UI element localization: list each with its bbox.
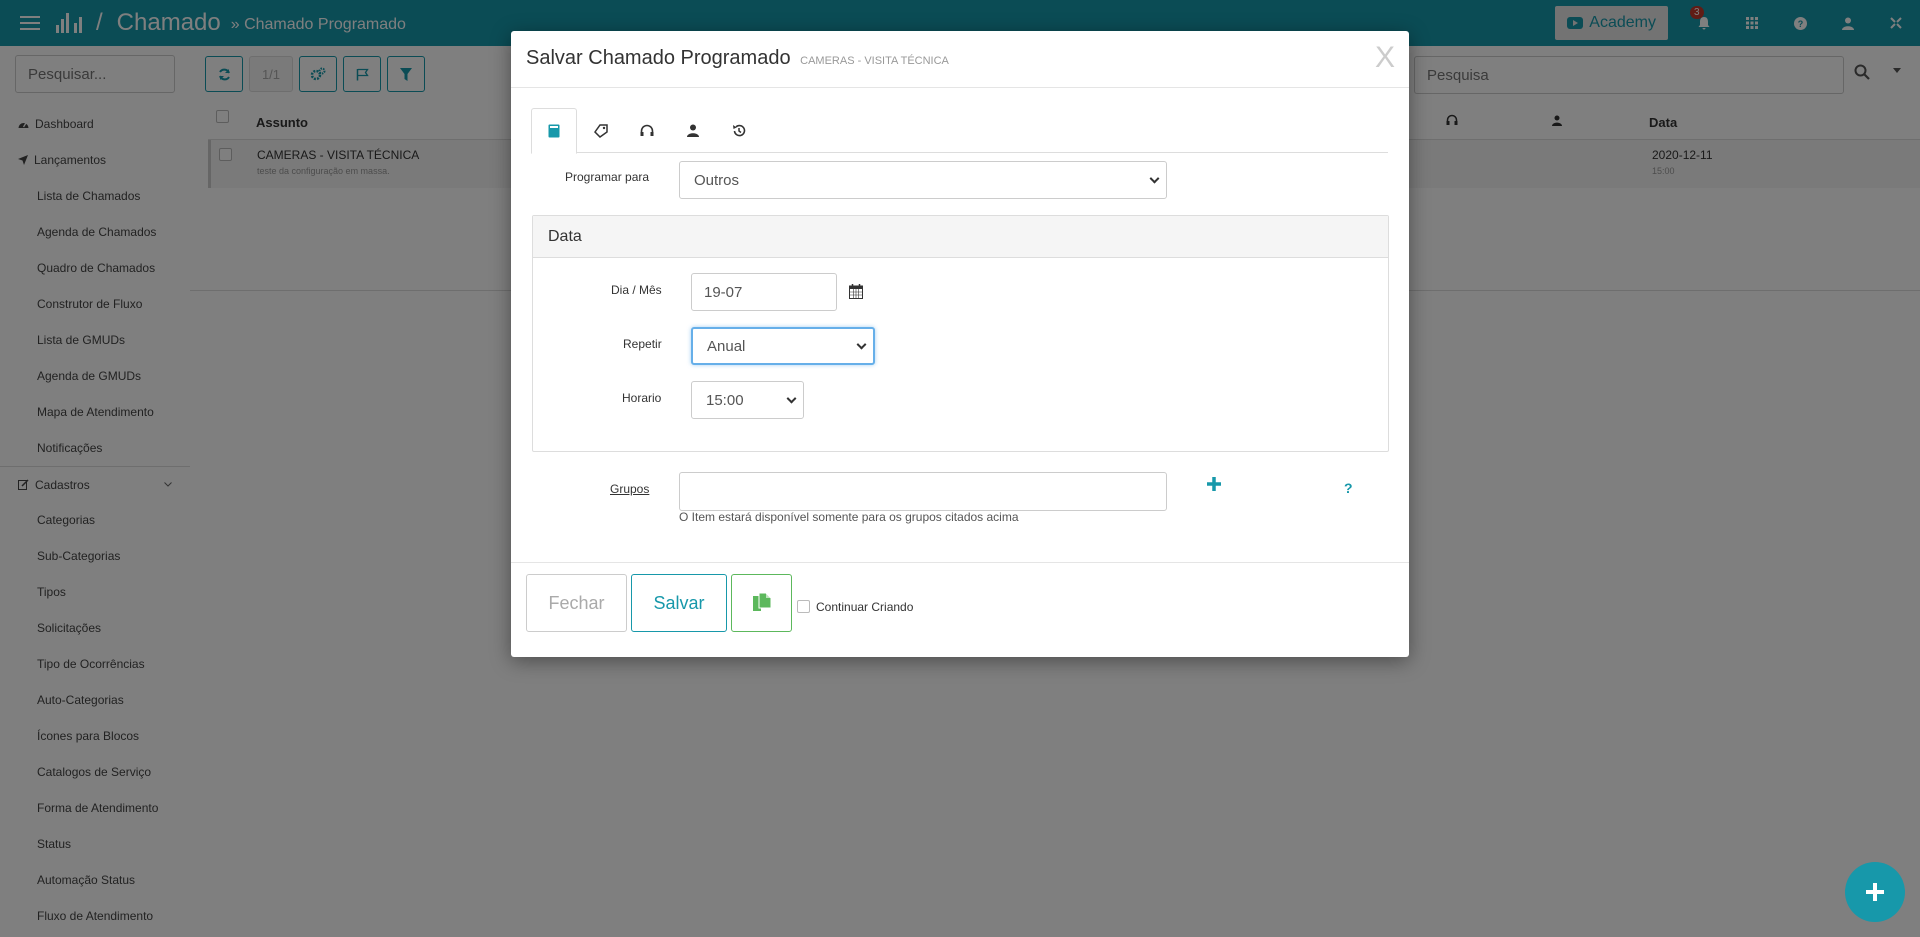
- book-icon: [548, 124, 560, 138]
- time-value: 15:00: [706, 391, 744, 409]
- close-button[interactable]: Fechar: [526, 574, 627, 632]
- scheduled-ticket-modal: Salvar Chamado Programado CAMERAS - VISI…: [511, 31, 1409, 657]
- tab-user[interactable]: [670, 108, 716, 153]
- tags-icon: [594, 123, 608, 138]
- repeat-label: Repetir: [623, 337, 662, 351]
- modal-close-button[interactable]: X: [1375, 41, 1395, 75]
- program-for-label: Programar para: [565, 170, 650, 184]
- groups-label[interactable]: Grupos: [610, 482, 649, 496]
- groups-input[interactable]: [679, 472, 1167, 511]
- save-button[interactable]: Salvar: [631, 574, 727, 632]
- tab-info[interactable]: [531, 108, 577, 154]
- tab-support[interactable]: [624, 108, 670, 153]
- repeat-select[interactable]: Anual: [691, 327, 875, 365]
- date-panel: Data: [532, 215, 1389, 452]
- question-icon[interactable]: ?: [1344, 480, 1353, 496]
- modal-tabs: [531, 108, 1388, 154]
- day-month-value: 19-07: [704, 283, 743, 301]
- program-for-select[interactable]: Outros: [679, 161, 1167, 199]
- time-select[interactable]: 15:00: [691, 381, 804, 419]
- tab-tag[interactable]: [578, 108, 624, 153]
- headset-icon: [640, 124, 654, 136]
- chevron-down-icon: [1149, 173, 1160, 184]
- modal-footer: Fechar Salvar Continuar Criando: [511, 562, 1409, 657]
- program-for-value: Outros: [694, 171, 740, 189]
- history-icon: [733, 124, 746, 136]
- save-copy-button[interactable]: [731, 574, 792, 632]
- time-label: Horario: [622, 391, 662, 405]
- modal-header: Salvar Chamado Programado CAMERAS - VISI…: [511, 31, 1409, 88]
- day-month-label: Dia / Mês: [611, 283, 662, 297]
- groups-help-text: O Item estará disponível somente para os…: [679, 510, 1019, 524]
- modal-subtitle: CAMERAS - VISITA TÉCNICA: [800, 55, 949, 67]
- date-panel-title: Data: [533, 216, 1388, 258]
- plus-icon: [1866, 883, 1884, 901]
- chevron-down-icon: [786, 393, 797, 404]
- continue-creating-checkbox[interactable]: [797, 600, 810, 613]
- add-fab-button[interactable]: [1845, 862, 1905, 922]
- add-group-icon[interactable]: [1207, 477, 1221, 491]
- copy-icon: [752, 592, 771, 611]
- calendar-icon[interactable]: [849, 284, 863, 299]
- chevron-down-icon: [856, 339, 867, 350]
- tab-history[interactable]: [716, 108, 762, 153]
- continue-creating-label[interactable]: Continuar Criando: [816, 600, 913, 614]
- day-month-input[interactable]: 19-07: [691, 273, 837, 311]
- repeat-value: Anual: [707, 337, 746, 355]
- modal-title-text: Salvar Chamado Programado: [526, 47, 791, 69]
- modal-title: Salvar Chamado Programado CAMERAS - VISI…: [526, 47, 949, 70]
- user-icon: [687, 124, 699, 137]
